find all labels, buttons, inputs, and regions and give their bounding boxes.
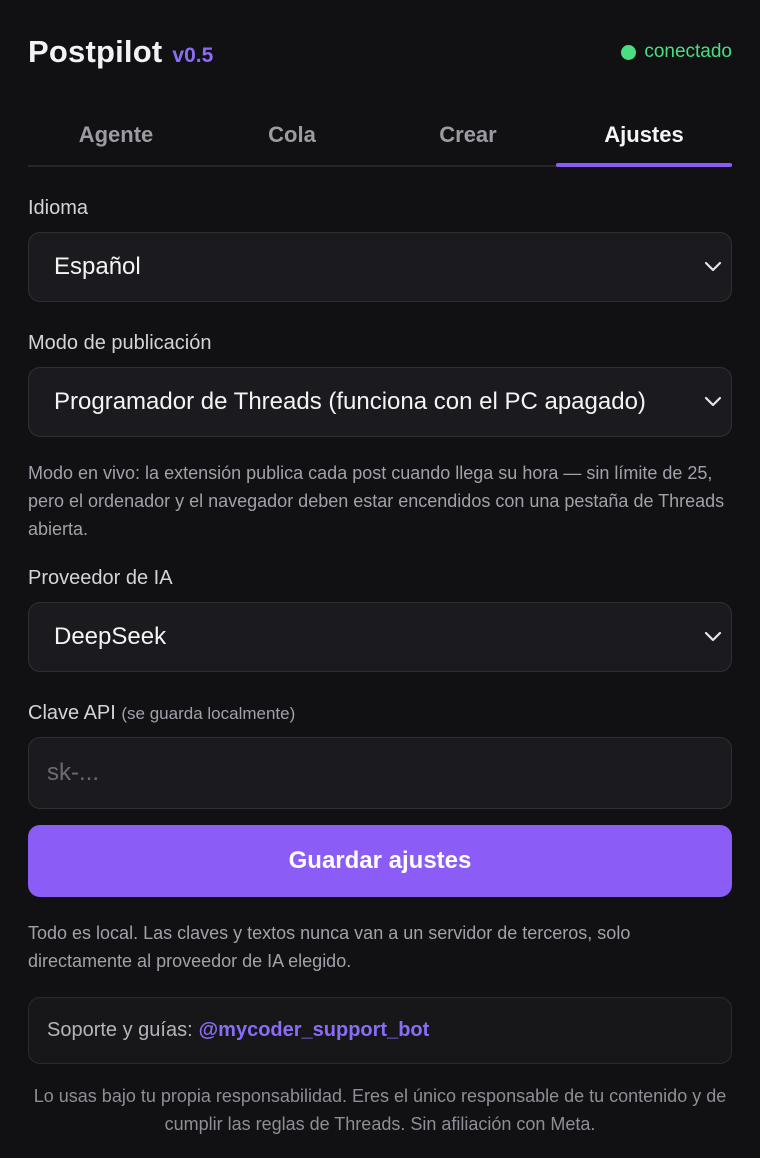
support-link[interactable]: @mycoder_support_bot: [199, 1019, 430, 1042]
ai-provider-select[interactable]: DeepSeek: [28, 602, 732, 672]
language-label: Idioma: [28, 197, 89, 219]
connection-status: conectado: [621, 41, 732, 63]
support-box: Soporte y guías: @mycoder_support_bot: [28, 997, 732, 1064]
disclaimer: Lo usas bajo tu propia responsabilidad. …: [33, 1086, 727, 1134]
support-prefix: Soporte y guías:: [47, 1019, 193, 1041]
tab-agente[interactable]: Agente: [28, 104, 204, 165]
header: Postpilot v0.5 conectado: [28, 0, 732, 104]
language-select[interactable]: Español: [28, 232, 732, 302]
app-title: Postpilot: [28, 34, 163, 69]
settings-panel: Postpilot v0.5 conectado Agente Cola Cre…: [0, 0, 760, 1158]
chevron-down-icon: [703, 627, 723, 647]
api-key-field-wrapper: [28, 737, 732, 809]
chevron-down-icon: [703, 257, 723, 277]
publish-mode-label: Modo de publicación: [28, 332, 212, 354]
tab-bar: Agente Cola Crear Ajustes: [28, 104, 732, 167]
api-key-label-text: Clave API: [28, 702, 116, 724]
status-text: conectado: [644, 41, 732, 62]
status-dot-icon: [621, 44, 637, 60]
ai-provider-label: Proveedor de IA: [28, 567, 173, 589]
tab-cola[interactable]: Cola: [204, 104, 380, 165]
api-key-input[interactable]: [47, 759, 731, 787]
chevron-down-icon: [703, 392, 723, 412]
publish-mode-value: Programador de Threads (funciona con el …: [54, 388, 646, 415]
save-settings-button[interactable]: Guardar ajustes: [28, 825, 732, 897]
publish-mode-select[interactable]: Programador de Threads (funciona con el …: [28, 367, 732, 437]
brand: Postpilot v0.5: [28, 34, 213, 70]
tab-crear[interactable]: Crear: [380, 104, 556, 165]
ai-provider-value: DeepSeek: [54, 623, 167, 650]
tab-ajustes[interactable]: Ajustes: [556, 104, 732, 167]
api-key-label: Clave API (se guarda localmente): [28, 702, 732, 725]
publish-mode-description: Modo en vivo: la extensión publica cada …: [28, 463, 725, 539]
app-version: v0.5: [172, 44, 214, 67]
language-value: Español: [54, 253, 141, 280]
privacy-note: Todo es local. Las claves y textos nunca…: [28, 923, 631, 971]
api-key-hint: (se guarda localmente): [121, 704, 296, 723]
